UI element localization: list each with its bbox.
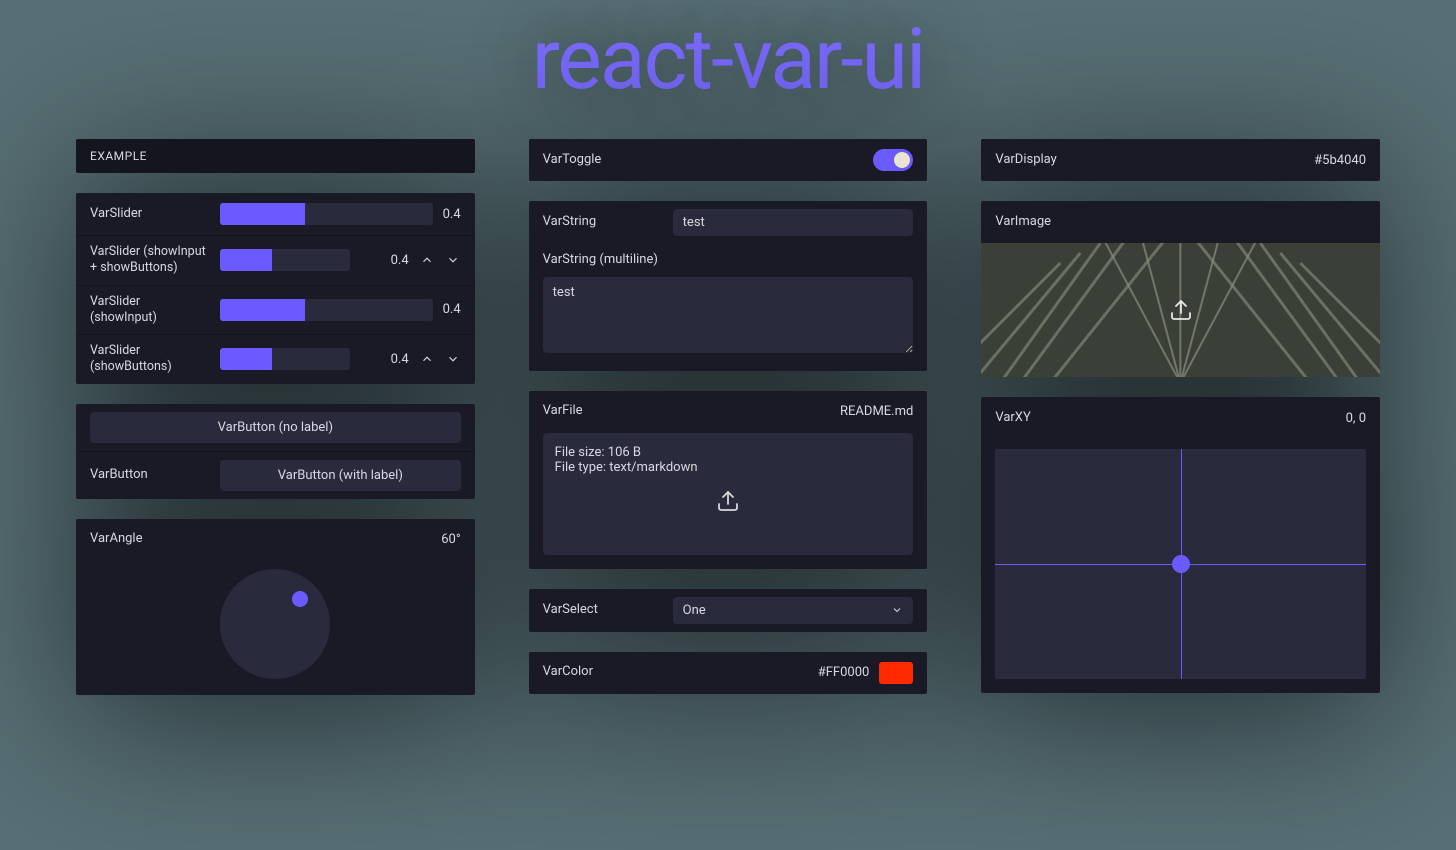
file-panel: VarFile README.md File size: 106 B File … (529, 391, 928, 569)
toggle-switch[interactable] (873, 149, 913, 171)
string-label: VarString (543, 214, 663, 231)
select-label: VarSelect (543, 602, 663, 619)
file-size: File size: 106 B (555, 445, 902, 460)
slider-track[interactable] (220, 348, 350, 370)
angle-label: VarAngle (90, 531, 210, 548)
color-label: VarColor (543, 664, 663, 681)
xy-pad[interactable] (995, 449, 1366, 679)
upload-icon (555, 475, 902, 543)
color-value: #FF0000 (818, 665, 870, 680)
slider-value: 0.4 (443, 302, 461, 317)
display-label: VarDisplay (995, 152, 1115, 169)
slider-label: VarSlider (90, 206, 210, 223)
example-header: EXAMPLE (76, 139, 475, 173)
var-button-no-label[interactable]: VarButton (no label) (90, 412, 461, 443)
button-label: VarButton (90, 467, 210, 484)
image-panel: VarImage (981, 201, 1380, 377)
toggle-label: VarToggle (543, 152, 663, 169)
buttons-panel: VarButton (no label) VarButton VarButton… (76, 404, 475, 499)
angle-header: VarAngle 60° (76, 519, 475, 561)
image-header: VarImage (981, 201, 1380, 243)
select-panel: VarSelect One (529, 589, 928, 632)
chevron-down-icon (891, 604, 903, 616)
slider-row-input-buttons: VarSlider (showInput + showButtons) 0.4 (76, 235, 475, 285)
image-dropzone[interactable] (981, 243, 1380, 377)
display-row: VarDisplay #5b4040 (981, 139, 1380, 181)
file-header: VarFile README.md (529, 391, 928, 433)
select-dropdown[interactable]: One (673, 597, 914, 624)
chevron-up-icon[interactable] (419, 351, 435, 367)
slider-row-input: VarSlider (showInput) 0.4 (76, 285, 475, 335)
var-button-with-label[interactable]: VarButton (with label) (220, 460, 461, 491)
string-panel: VarString VarString (multiline) (529, 201, 928, 371)
angle-panel: VarAngle 60° (76, 519, 475, 695)
select-value: One (683, 603, 706, 618)
example-header-panel: EXAMPLE (76, 139, 475, 173)
slider-value: 0.4 (443, 207, 461, 222)
xy-value: 0, 0 (1346, 411, 1366, 426)
toggle-panel: VarToggle (529, 139, 928, 181)
angle-dial[interactable] (220, 569, 330, 679)
file-name: README.md (840, 404, 913, 419)
toggle-row: VarToggle (529, 139, 928, 181)
multiline-textarea[interactable] (543, 277, 914, 353)
upload-icon (1169, 298, 1193, 322)
slider-label: VarSlider (showInput) (90, 294, 210, 327)
slider-value: 0.4 (391, 352, 409, 367)
display-panel: VarDisplay #5b4040 (981, 139, 1380, 181)
file-dropzone[interactable]: File size: 106 B File type: text/markdow… (543, 433, 914, 555)
column-1: EXAMPLE VarSlider 0.4 VarSlider (showInp… (76, 139, 475, 695)
button-row-with-label: VarButton VarButton (with label) (76, 451, 475, 499)
xy-header: VarXY 0, 0 (981, 397, 1380, 439)
display-value: #5b4040 (1314, 153, 1366, 168)
button-row-no-label: VarButton (no label) (76, 404, 475, 451)
slider-value: 0.4 (391, 253, 409, 268)
multiline-label: VarString (multiline) (543, 252, 914, 269)
string-row: VarString (529, 201, 928, 244)
color-panel: VarColor #FF0000 (529, 652, 928, 694)
chevron-down-icon[interactable] (445, 351, 461, 367)
string-input[interactable] (673, 209, 914, 236)
color-swatch[interactable] (879, 662, 913, 684)
file-type: File type: text/markdown (555, 460, 902, 475)
slider-label: VarSlider (showInput + showButtons) (90, 244, 210, 277)
column-3: VarDisplay #5b4040 VarImage (981, 139, 1380, 695)
angle-value: 60° (441, 532, 460, 547)
sliders-panel: VarSlider 0.4 VarSlider (showInput + sho… (76, 193, 475, 384)
image-label: VarImage (995, 214, 1115, 231)
xy-handle[interactable] (1172, 555, 1190, 573)
file-label: VarFile (543, 403, 663, 420)
slider-track[interactable] (220, 249, 350, 271)
slider-row-basic: VarSlider 0.4 (76, 193, 475, 235)
angle-handle[interactable] (292, 591, 308, 607)
slider-row-buttons: VarSlider (showButtons) 0.4 (76, 334, 475, 384)
chevron-up-icon[interactable] (419, 252, 435, 268)
color-row: VarColor #FF0000 (529, 652, 928, 694)
slider-track[interactable] (220, 299, 433, 321)
slider-track[interactable] (220, 203, 433, 225)
multiline-row: VarString (multiline) (529, 244, 928, 371)
xy-panel: VarXY 0, 0 (981, 397, 1380, 693)
column-2: VarToggle VarString VarString (multiline… (529, 139, 928, 695)
chevron-down-icon[interactable] (445, 252, 461, 268)
slider-label: VarSlider (showButtons) (90, 343, 210, 376)
panel-grid: EXAMPLE VarSlider 0.4 VarSlider (showInp… (0, 109, 1456, 695)
page-title: react-var-ui (0, 0, 1456, 109)
select-row: VarSelect One (529, 589, 928, 632)
xy-label: VarXY (995, 410, 1115, 427)
